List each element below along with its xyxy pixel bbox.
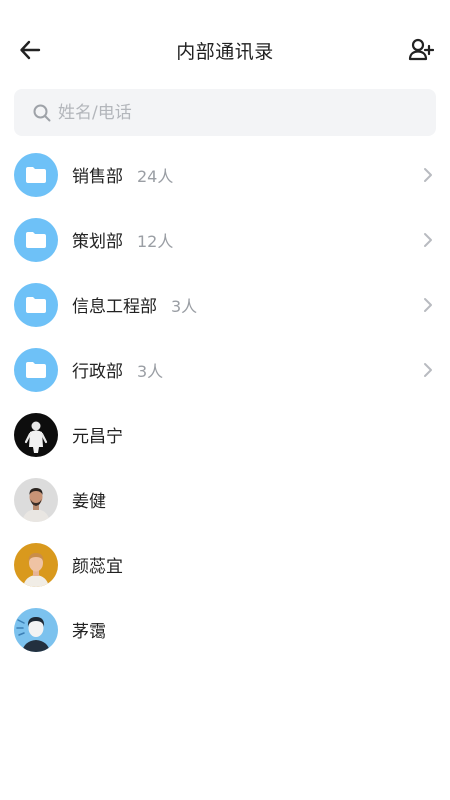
contact-name: 茅霭 [72,622,106,642]
contact-row[interactable]: 茅霭 [0,597,450,662]
contact-name: 元昌宁 [72,427,123,447]
contact-list: 销售部 24人 策划部 12人 信息工程部 3人 行政部 3人 元昌宁 姜健 颜… [0,142,450,662]
department-row-admin[interactable]: 行政部 3人 [0,337,450,402]
contact-name: 颜蕊宜 [72,557,123,577]
avatar [14,607,58,652]
folder-icon-badge [14,347,58,392]
avatar [14,477,58,522]
department-row-planning[interactable]: 策划部 12人 [0,207,450,272]
search-input[interactable] [58,102,398,123]
department-name: 策划部 [72,232,123,252]
folder-icon [26,231,46,248]
contact-row[interactable]: 颜蕊宜 [0,532,450,597]
department-count: 12人 [137,231,174,251]
folder-icon-badge [14,217,58,262]
chevron-right-icon [424,298,432,312]
department-row-it[interactable]: 信息工程部 3人 [0,272,450,337]
folder-icon [26,166,46,183]
search-icon [33,104,51,121]
header-bar: 内部通讯录 [0,0,450,100]
department-count: 24人 [137,166,174,186]
department-name: 销售部 [72,167,123,187]
folder-icon [26,361,46,378]
page-title: 内部通讯录 [176,41,274,63]
chevron-right-icon [424,233,432,247]
search-bar[interactable] [14,89,436,136]
folder-icon-badge [14,282,58,327]
department-name: 信息工程部 [72,297,157,317]
contact-row[interactable]: 元昌宁 [0,402,450,467]
department-name: 行政部 [72,362,123,382]
add-user-icon [408,38,434,61]
contact-row[interactable]: 姜健 [0,467,450,532]
folder-icon-badge [14,152,58,197]
chevron-right-icon [424,363,432,377]
contact-name: 姜健 [72,492,106,512]
add-contact-button[interactable] [406,35,436,65]
department-row-sales[interactable]: 销售部 24人 [0,142,450,207]
avatar [14,412,58,457]
department-count: 3人 [137,361,164,381]
chevron-right-icon [424,168,432,182]
avatar [14,542,58,587]
folder-icon [26,296,46,313]
department-count: 3人 [171,296,198,316]
